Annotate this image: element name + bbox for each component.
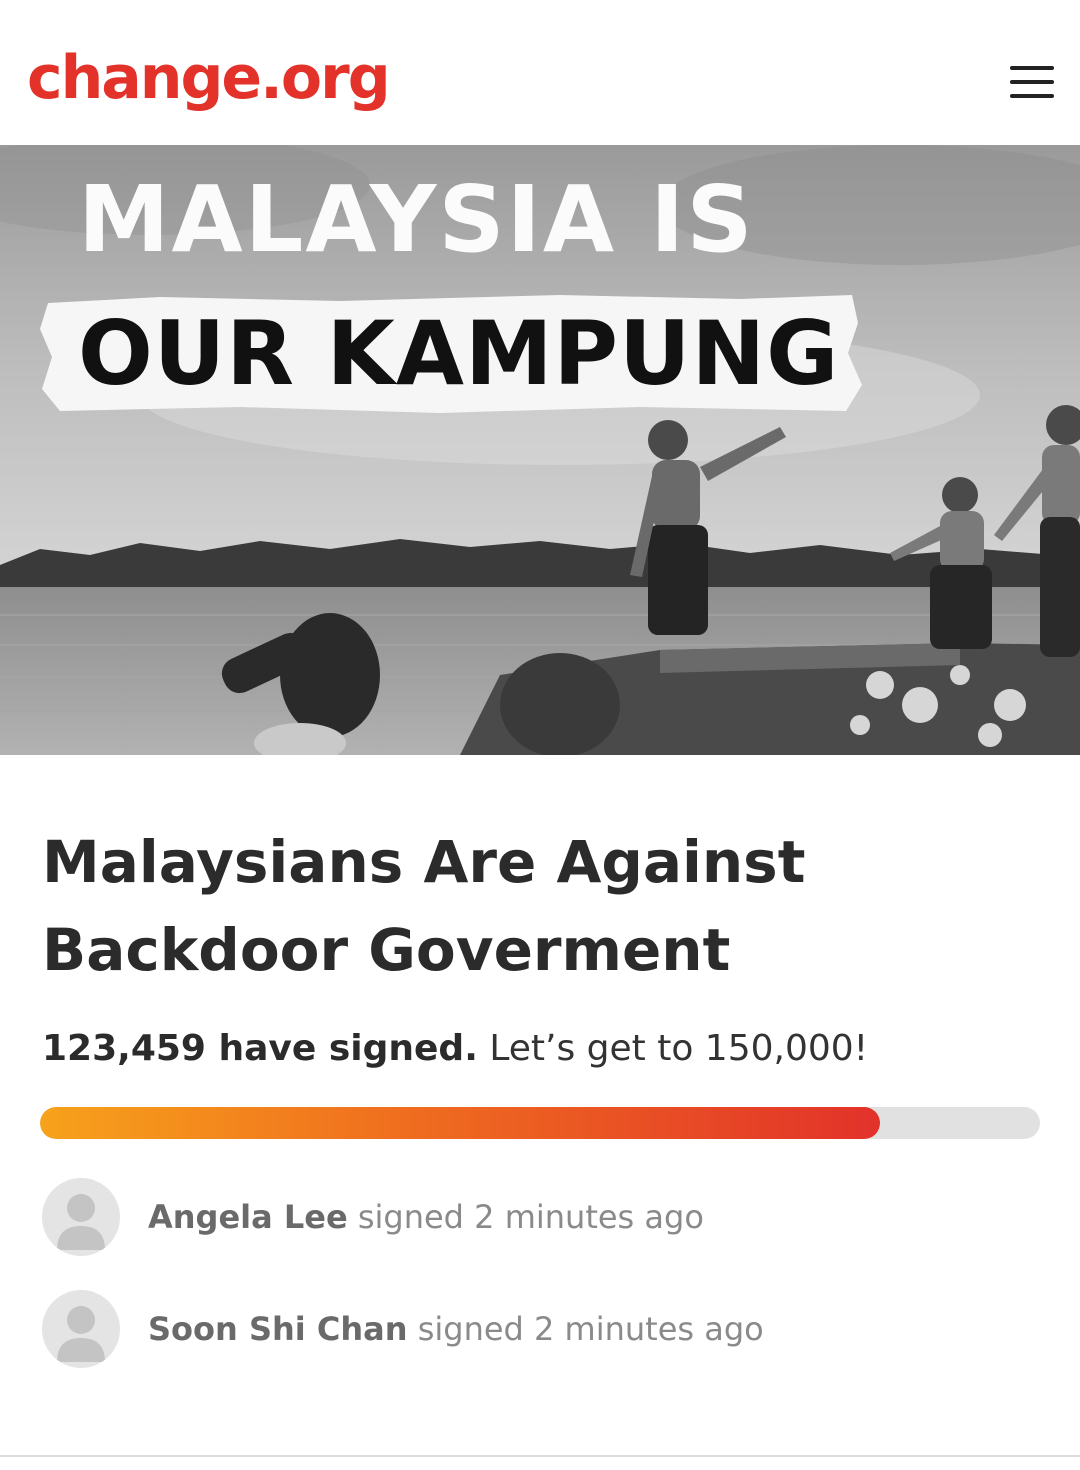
hero-headline-line2: OUR KAMPUNG xyxy=(78,302,840,405)
user-avatar-icon xyxy=(42,1178,120,1256)
hero-banner: MALAYSIA IS OUR KAMPUNG xyxy=(0,145,1080,755)
signer-action: signed xyxy=(357,1198,464,1236)
site-header: change.org xyxy=(0,0,1080,145)
change-org-logo[interactable]: change.org xyxy=(27,38,391,118)
signer-name: Angela Lee xyxy=(148,1198,348,1236)
signer-time: 2 minutes ago xyxy=(474,1198,704,1236)
divider xyxy=(0,1455,1080,1457)
menu-bar xyxy=(1010,94,1054,98)
signature-summary: 123,459 have signed. Let’s get to 150,00… xyxy=(42,1022,868,1076)
hero-brush-stroke: OUR KAMPUNG xyxy=(40,293,864,415)
user-avatar-icon xyxy=(42,1290,120,1368)
menu-bar xyxy=(1010,80,1054,84)
signer-action: signed xyxy=(417,1310,524,1348)
hero-headline-line1: MALAYSIA IS xyxy=(78,166,755,273)
signer-activity-text: Angela Lee signed 2 minutes ago xyxy=(148,1194,704,1240)
recent-signer-row: Soon Shi Chan signed 2 minutes ago xyxy=(40,1290,1040,1370)
hamburger-menu-icon[interactable] xyxy=(1000,60,1056,104)
signed-count: 123,459 have signed. xyxy=(42,1028,478,1069)
petition-title[interactable]: Malaysians Are Against Backdoor Govermen… xyxy=(42,818,1042,994)
signer-time: 2 minutes ago xyxy=(534,1310,764,1348)
signer-activity-text: Soon Shi Chan signed 2 minutes ago xyxy=(148,1306,764,1352)
signature-progress-bar xyxy=(40,1107,1040,1139)
signer-name: Soon Shi Chan xyxy=(148,1310,408,1348)
signature-progress-fill xyxy=(40,1107,880,1139)
menu-bar xyxy=(1010,66,1054,70)
signature-goal: Let’s get to 150,000! xyxy=(489,1028,869,1069)
recent-signer-row: Angela Lee signed 2 minutes ago xyxy=(40,1178,1040,1258)
